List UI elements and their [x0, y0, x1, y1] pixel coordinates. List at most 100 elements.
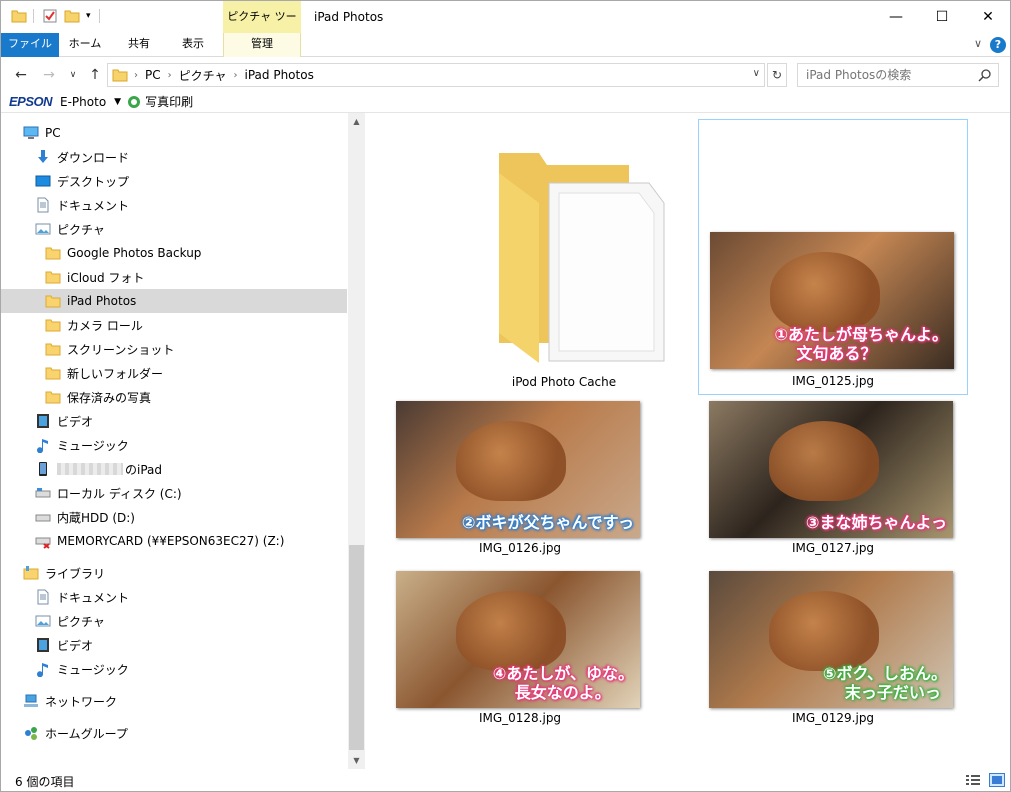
photo-caption-line: ⑤ボク、しおん。 — [822, 664, 947, 683]
nav-item[interactable]: iCloud フォト — [1, 265, 347, 289]
nav-item-label: 内蔵HDD (D:) — [57, 510, 135, 525]
nav-item[interactable]: ピクチャ — [1, 217, 347, 241]
close-button[interactable]: ✕ — [965, 1, 1010, 33]
folder-icon — [45, 367, 61, 380]
folder-icon[interactable] — [11, 8, 27, 24]
maximize-button[interactable]: ☐ — [919, 1, 965, 33]
e-photo-dropdown-icon[interactable]: ▼ — [114, 97, 121, 107]
nav-item[interactable]: ドキュメント — [1, 193, 347, 217]
image-item[interactable]: ⑤ボク、しおん。 末っ子だいっ IMG_0129.jpg — [698, 565, 968, 731]
up-arrow-icon[interactable]: ↑ — [85, 65, 105, 85]
new-folder-icon[interactable] — [64, 8, 80, 24]
nav-item[interactable]: ネットワーク — [1, 689, 347, 713]
tab-manage[interactable]: 管理 — [223, 33, 301, 57]
scroll-down-icon[interactable]: ▼ — [348, 752, 365, 769]
properties-icon[interactable] — [42, 8, 58, 24]
photo-caption-line: ①あたしが母ちゃんよ。 — [774, 325, 948, 344]
nav-item[interactable]: Google Photos Backup — [1, 241, 347, 265]
file-name: IMG_0128.jpg — [478, 711, 562, 725]
minimize-button[interactable]: — — [873, 1, 919, 33]
network-drive-icon — [35, 537, 51, 549]
photo-caption: ④あたしが、ゆな。 長女なのよ。 — [493, 664, 634, 702]
image-item[interactable]: ①あたしが母ちゃんよ。 文句ある？ IMG_0125.jpg — [698, 119, 968, 395]
tab-home[interactable]: ホーム — [61, 33, 109, 57]
file-name: iPod Photo Cache — [511, 375, 617, 389]
image-item[interactable]: ④あたしが、ゆな。 長女なのよ。 IMG_0128.jpg — [385, 565, 655, 731]
nav-item-label: Google Photos Backup — [67, 246, 202, 260]
tab-view[interactable]: 表示 — [169, 33, 217, 57]
tab-file[interactable]: ファイル — [1, 33, 59, 57]
nav-item[interactable]: のiPad — [1, 457, 347, 481]
breadcrumb-separator-icon[interactable]: › — [134, 70, 138, 81]
forward-arrow-icon[interactable]: → — [39, 65, 59, 85]
large-icons-view-icon[interactable] — [989, 773, 1005, 787]
recent-locations-icon[interactable]: ∨ — [63, 65, 83, 85]
file-name: IMG_0126.jpg — [478, 541, 562, 555]
breadcrumb-separator-icon[interactable]: › — [168, 70, 172, 81]
e-photo-button[interactable]: E-Photo — [60, 95, 106, 109]
search-icon[interactable] — [978, 68, 992, 82]
folder-item[interactable]: iPod Photo Cache — [429, 119, 699, 395]
breadcrumb-ipad-photos[interactable]: iPad Photos — [245, 68, 314, 82]
nav-item[interactable]: PC — [1, 121, 347, 145]
expand-ribbon-icon[interactable]: ∨ — [974, 37, 982, 50]
dog-silhouette — [770, 252, 880, 332]
epson-toolbar: EPSON E-Photo ▼ 写真印刷 — [1, 91, 1010, 113]
refresh-icon[interactable]: ↻ — [767, 63, 787, 87]
nav-item[interactable]: MEMORYCARD (¥¥EPSON63EC27) (Z:) — [1, 529, 347, 553]
print-photo-icon[interactable] — [127, 95, 141, 109]
breadcrumb-pictures[interactable]: ピクチャ — [179, 67, 227, 84]
nav-item[interactable]: スクリーンショット — [1, 337, 347, 361]
nav-item[interactable]: iPad Photos — [1, 289, 347, 313]
nav-item[interactable]: ホームグループ — [1, 721, 347, 745]
ipad-icon — [39, 462, 47, 476]
print-photo-button[interactable]: 写真印刷 — [145, 93, 193, 110]
nav-item[interactable]: ピクチャ — [1, 609, 347, 633]
photo-thumbnail: ⑤ボク、しおん。 末っ子だいっ — [709, 571, 953, 708]
photo-caption: ⑤ボク、しおん。 末っ子だいっ — [823, 664, 947, 702]
tab-share[interactable]: 共有 — [115, 33, 163, 57]
music-icon — [37, 439, 48, 453]
details-view-icon[interactable] — [965, 773, 981, 787]
nav-item[interactable]: 新しいフォルダー — [1, 361, 347, 385]
nav-item-label: ローカル ディスク (C:) — [57, 486, 182, 501]
nav-item[interactable]: ミュージック — [1, 433, 347, 457]
nav-item[interactable]: ダウンロード — [1, 145, 347, 169]
help-icon[interactable]: ? — [990, 37, 1006, 53]
dog-silhouette — [769, 591, 879, 671]
photo-thumbnail: ③まな姉ちゃんよっ — [709, 401, 953, 538]
nav-item-label: MEMORYCARD (¥¥EPSON63EC27) (Z:) — [57, 534, 285, 548]
nav-item[interactable]: ローカル ディスク (C:) — [1, 481, 347, 505]
nav-item[interactable]: 保存済みの写真 — [1, 385, 347, 409]
image-item[interactable]: ②ボキが父ちゃんですっ IMG_0126.jpg — [385, 395, 655, 561]
image-item[interactable]: ③まな姉ちゃんよっ IMG_0127.jpg — [698, 395, 968, 561]
search-input[interactable] — [798, 64, 968, 86]
nav-item[interactable]: ドキュメント — [1, 585, 347, 609]
back-arrow-icon[interactable]: ← — [11, 65, 31, 85]
nav-item[interactable]: ライブラリ — [1, 561, 347, 585]
nav-item[interactable]: ビデオ — [1, 633, 347, 657]
address-bar[interactable]: › PC › ピクチャ › iPad Photos ∨ — [107, 63, 765, 87]
scrollbar-thumb[interactable] — [349, 545, 364, 750]
nav-item-label: ピクチャ — [57, 222, 105, 237]
address-dropdown-icon[interactable]: ∨ — [753, 68, 760, 79]
breadcrumb-separator-icon[interactable]: › — [234, 70, 238, 81]
file-name: IMG_0125.jpg — [791, 374, 875, 388]
nav-item[interactable]: ビデオ — [1, 409, 347, 433]
nav-item[interactable]: カメラ ロール — [1, 313, 347, 337]
nav-item-label: デスクトップ — [57, 174, 130, 189]
search-box[interactable] — [797, 63, 999, 87]
file-name: IMG_0129.jpg — [791, 711, 875, 725]
scroll-up-icon[interactable]: ▲ — [348, 113, 365, 130]
nav-item[interactable]: 内蔵HDD (D:) — [1, 505, 347, 529]
music-icon — [37, 663, 48, 677]
customize-qa-icon[interactable]: ▾ — [86, 11, 91, 21]
nav-item[interactable]: デスクトップ — [1, 169, 347, 193]
folder-icon — [45, 391, 61, 404]
breadcrumb-pc[interactable]: PC — [145, 68, 161, 82]
nav-item[interactable]: ミュージック — [1, 657, 347, 681]
network-icon — [24, 694, 38, 707]
nav-scrollbar[interactable]: ▲ ▼ — [348, 113, 365, 769]
nav-item-label: ドキュメント — [57, 590, 130, 605]
nav-item-label: ドキュメント — [57, 198, 130, 213]
